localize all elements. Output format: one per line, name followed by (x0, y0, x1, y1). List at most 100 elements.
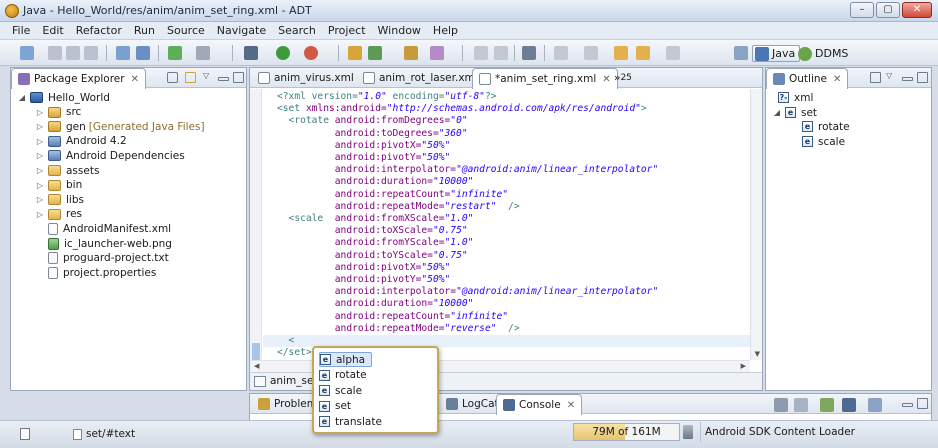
code-line[interactable]: </set> (277, 347, 312, 359)
maximize-view-icon[interactable] (917, 398, 928, 409)
tree-item[interactable]: ic_launcher-web.png (35, 236, 172, 251)
annotation-icon[interactable] (474, 46, 488, 60)
menu-file[interactable]: File (6, 24, 36, 37)
view-menu-icon[interactable]: ▽ (203, 71, 209, 80)
code-line[interactable]: <set xmlns:android="http://schemas.andro… (277, 103, 647, 115)
code-line[interactable]: android:duration="10000" (277, 176, 474, 188)
open-type-icon[interactable] (404, 46, 418, 60)
close-tab-icon[interactable]: ✕ (131, 74, 139, 85)
collapsed-arrow-icon[interactable]: ▷ (35, 195, 45, 204)
tab-console[interactable]: Console ✕ (496, 394, 583, 415)
maximize-button[interactable]: ▢ (876, 2, 900, 18)
ddms-perspective-button[interactable]: DDMS (796, 45, 852, 62)
garbage-collect-icon[interactable] (683, 425, 693, 439)
tree-item[interactable]: ▷ Android Dependencies (35, 148, 185, 163)
tree-item[interactable]: ▷ gen [Generated Java Files] (35, 119, 205, 134)
collapsed-arrow-icon[interactable]: ▷ (35, 210, 45, 219)
last-edit-icon[interactable] (614, 46, 628, 60)
forward-icon[interactable] (666, 46, 680, 60)
collapse-all-icon[interactable] (870, 72, 881, 83)
minimize-view-icon[interactable] (902, 403, 913, 407)
code-line[interactable]: android:repeatMode="reverse" /> (277, 323, 520, 335)
tree-item[interactable]: ▷ Android 4.2 (35, 134, 127, 149)
debug-icon[interactable] (244, 46, 258, 60)
menu-navigate[interactable]: Navigate (211, 24, 272, 37)
code-line[interactable]: <scale android:fromXScale="1.0" (277, 213, 474, 225)
display-console-icon[interactable] (842, 398, 856, 412)
tab-anim-set-ring[interactable]: *anim_set_ring.xml ✕ (472, 68, 618, 89)
collapsed-arrow-icon[interactable]: ▷ (35, 166, 45, 175)
code-line[interactable]: <rotate android:fromDegrees="0" (277, 115, 468, 127)
external-tools-icon[interactable] (304, 46, 318, 60)
back-icon[interactable] (636, 46, 650, 60)
outline-item-scale[interactable]: e scale (802, 134, 845, 149)
code-line[interactable]: android:repeatCount="infinite" (277, 311, 508, 323)
code-line[interactable]: android:toYScale="0.75" (277, 250, 468, 262)
code-line[interactable]: android:duration="10000" (277, 298, 474, 310)
heap-status[interactable]: 79M of 161M (573, 423, 680, 441)
completion-item-alpha[interactable]: e alpha (319, 352, 373, 367)
search-icon[interactable] (430, 46, 444, 60)
export-icon[interactable] (136, 46, 150, 60)
lint-icon[interactable] (196, 46, 210, 60)
menu-edit[interactable]: Edit (36, 24, 69, 37)
tree-item[interactable]: ▷ bin (35, 178, 82, 193)
minimize-button[interactable]: – (850, 2, 874, 18)
code-line[interactable]: android:repeatMode="restart" /> (277, 201, 520, 213)
tab-outline[interactable]: Outline ✕ (766, 68, 849, 89)
tree-item[interactable]: ▷ res (35, 207, 82, 222)
code-line[interactable]: android:interpolator="@android:anim/line… (277, 286, 658, 298)
view-menu-icon[interactable]: ▽ (886, 71, 892, 80)
code-line[interactable]: android:repeatCount="infinite" (277, 189, 508, 201)
menu-search[interactable]: Search (272, 24, 322, 37)
completion-item-translate[interactable]: e translate (319, 414, 388, 429)
tab-package-explorer[interactable]: Package Explorer ✕ (11, 68, 146, 89)
pin-editor-icon[interactable] (522, 46, 536, 60)
next-annotation-icon[interactable] (554, 46, 568, 60)
pin-console-icon[interactable] (820, 398, 834, 412)
java-perspective-button[interactable]: Java (752, 45, 801, 62)
tab-logcat[interactable]: LogCat (440, 394, 505, 414)
more-tabs-button[interactable]: » 25 (608, 68, 638, 88)
scroll-right-arrow-icon[interactable]: ▶ (741, 362, 746, 370)
code-line[interactable]: android:pivotY="50%" (277, 152, 451, 164)
menu-help[interactable]: Help (427, 24, 464, 37)
code-line[interactable]: android:pivotX="50%" (277, 262, 451, 274)
collapsed-arrow-icon[interactable]: ▷ (35, 137, 45, 146)
open-console-icon[interactable] (868, 398, 882, 412)
collapsed-arrow-icon[interactable]: ▷ (35, 122, 45, 131)
save-all-icon[interactable] (66, 46, 80, 60)
completion-item-set[interactable]: e set (319, 399, 357, 414)
new-class-icon[interactable] (368, 46, 382, 60)
minimize-view-icon[interactable] (218, 77, 229, 81)
maximize-view-icon[interactable] (917, 72, 928, 83)
menu-project[interactable]: Project (322, 24, 372, 37)
maximize-view-icon[interactable] (233, 72, 244, 83)
scroll-lock-icon[interactable] (794, 398, 808, 412)
new-java-project-icon[interactable] (348, 46, 362, 60)
close-tab-icon[interactable]: ✕ (833, 74, 841, 85)
new-icon[interactable] (20, 46, 34, 60)
run-icon[interactable] (276, 46, 290, 60)
fast-view-icon[interactable] (20, 428, 30, 440)
menu-source[interactable]: Source (161, 24, 211, 37)
completion-item-rotate[interactable]: e rotate (319, 368, 373, 383)
task-check-icon[interactable] (168, 46, 182, 60)
link-with-editor-icon[interactable] (185, 72, 196, 83)
previous-annotation-icon[interactable] (584, 46, 598, 60)
tree-item[interactable]: AndroidManifest.xml (35, 221, 171, 236)
toggle-mark-icon[interactable] (494, 46, 508, 60)
menu-refactor[interactable]: Refactor (70, 24, 128, 37)
collapsed-arrow-icon[interactable]: ▷ (35, 108, 45, 117)
menu-window[interactable]: Window (372, 24, 427, 37)
collapsed-arrow-icon[interactable]: ▷ (35, 151, 45, 160)
code-area[interactable]: <?xml version="1.0" encoding="utf-8"?> <s… (250, 89, 750, 360)
expand-arrow-icon[interactable]: ◢ (772, 108, 782, 117)
tree-item-project[interactable]: ◢ Hello_World (17, 90, 110, 105)
collapsed-arrow-icon[interactable]: ▷ (35, 181, 45, 190)
tree-item[interactable]: proguard-project.txt (35, 251, 169, 266)
tree-item[interactable]: project.properties (35, 265, 156, 280)
code-line[interactable]: android:pivotX="50%" (277, 140, 451, 152)
import-icon[interactable] (116, 46, 130, 60)
clear-console-icon[interactable] (774, 398, 788, 412)
